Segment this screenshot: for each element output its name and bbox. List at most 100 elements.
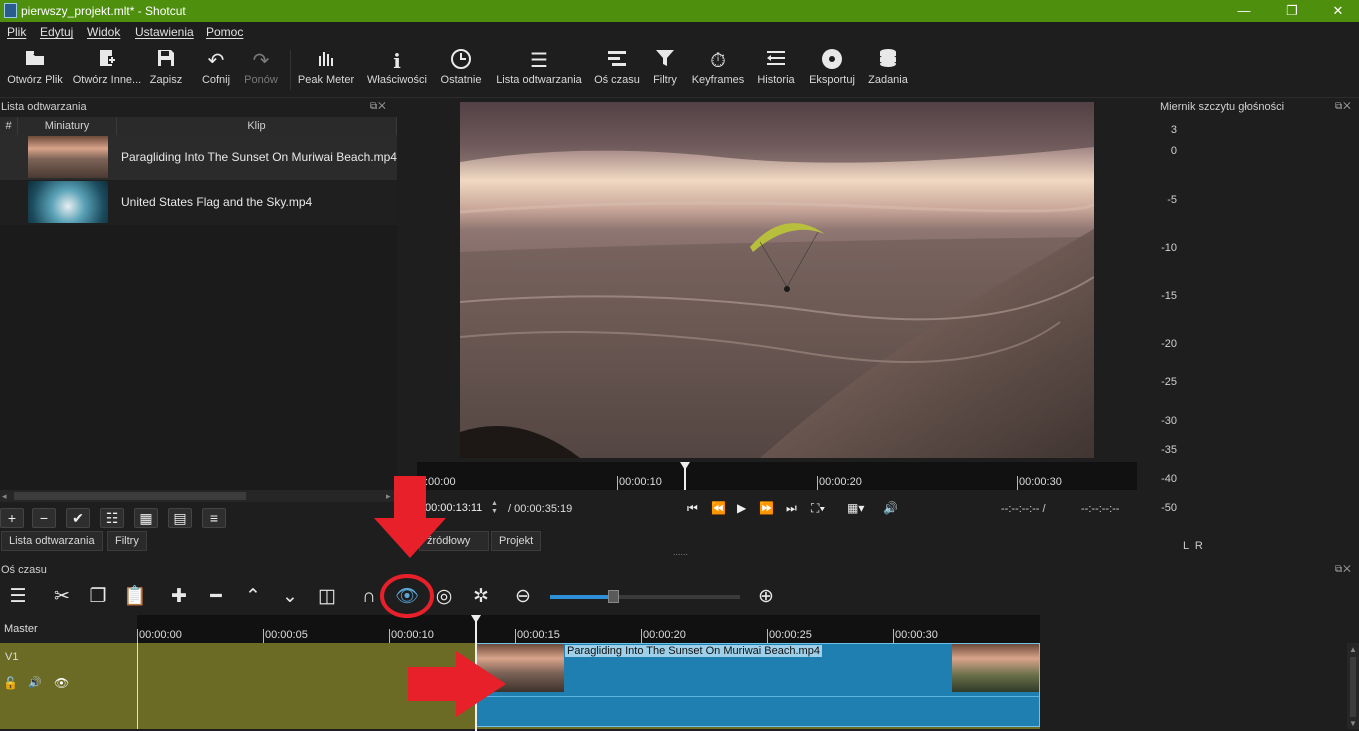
playlist-row[interactable]: Paragliding Into The Sunset On Muriwai B… [0,135,397,180]
zoom-in-button[interactable]: ⊕ [752,583,780,611]
snap-button[interactable]: ∩ [355,583,383,611]
jobs-button[interactable]: Zadania [866,48,910,94]
add-to-playlist-button[interactable]: + [0,508,24,528]
open-other-button[interactable]: Otwórz Inne... [72,48,142,94]
remove-button[interactable]: ━ [202,583,230,611]
column-clip[interactable]: Klip [117,117,397,135]
save-button[interactable]: Zapisz [146,48,186,94]
timeline-ruler-label: 00:00:10 [391,629,434,641]
overwrite-button[interactable]: ⌄ [276,583,304,611]
recent-button[interactable]: Ostatnie [436,48,486,94]
track-v1[interactable]: Paragliding Into The Sunset On Muriwai B… [137,643,1040,729]
video-preview[interactable] [460,102,1094,458]
zoom-slider[interactable] [550,590,740,603]
column-number[interactable]: # [0,117,18,135]
scissors-icon: ✂ [54,586,70,607]
maximize-button[interactable]: ❐ [1283,2,1301,20]
update-playlist-button[interactable]: ✔ [66,508,90,528]
paste-button[interactable]: 📋 [121,583,149,611]
speaker-icon: 🔊 [28,677,42,689]
timeline-dock-buttons[interactable]: ⧉✕ [1335,564,1352,575]
playlist-dock-buttons[interactable]: ⧉✕ [370,101,387,112]
menu-edytuj[interactable]: Edytuj [40,25,73,39]
copy-button[interactable]: ❐ [84,583,112,611]
track-header-v1[interactable]: V1 🔓 🔊 👁 [0,643,137,729]
tab-source[interactable]: źródłowy [419,531,489,551]
ripple-target-icon: ◎ [435,586,453,607]
playlist-row[interactable]: United States Flag and the Sky.mp4 [0,180,397,225]
timeline-ruler-label: 00:00:00 [139,629,182,641]
lift-button[interactable]: ⌃ [239,583,267,611]
peak-meter-button[interactable]: Peak Meter [296,48,356,94]
export-button[interactable]: Eksportuj [806,48,858,94]
playlist-button[interactable]: ☰ Lista odtwarzania [494,48,584,94]
menu-widok[interactable]: Widok [87,25,120,39]
tab-playlist[interactable]: Lista odtwarzania [1,531,103,551]
undo-button[interactable]: ↶ Cofnij [196,48,236,94]
rewind-button[interactable]: ⏪ [711,501,726,515]
meter-dock-buttons[interactable]: ⧉✕ [1335,101,1352,112]
cut-button[interactable]: ✂ [48,583,76,611]
copy-icon: ❐ [89,586,107,607]
hide-track-button[interactable]: 👁 [54,676,69,690]
zoom-player-button[interactable]: ⛶▾ [811,501,825,516]
menu-pomoc[interactable]: Pomoc [206,25,243,39]
playlist-icon: ☰ [530,50,548,72]
timeline-playhead[interactable] [470,615,482,731]
timeline-ruler[interactable]: 00:00:00 00:00:05 00:00:10 00:00:15 00:0… [137,615,1040,643]
timeline-menu-button[interactable]: ☰ [4,583,32,611]
fast-forward-button[interactable]: ⏩ [759,501,774,515]
clipboard-icon: 📋 [123,586,147,607]
play-button[interactable]: ▶ [737,501,746,515]
folder-open-icon [4,48,66,74]
time-spinner[interactable]: ▲ ▼ [491,500,501,518]
redo-button[interactable]: ↷ Ponów [240,48,282,94]
split-button[interactable]: ◫ [313,583,341,611]
view-details-button[interactable]: ☷ [100,508,124,528]
title-bar: pierwszy_projekt.mlt* - Shotcut — ❐ ✕ [0,0,1359,22]
zoom-slider-handle[interactable] [608,590,619,603]
timeline-button[interactable]: Oś czasu [592,48,642,94]
history-button[interactable]: Historia [754,48,798,94]
track-start-line [137,643,138,729]
append-button[interactable]: ✚ [165,583,193,611]
player-ruler[interactable]: :00:00 00:00:10 00:00:20 00:00:30 [417,462,1137,490]
tab-filters[interactable]: Filtry [107,531,147,551]
scrub-while-dragging-button[interactable]: 👁 [393,583,421,611]
minus-icon: − [39,510,49,526]
playlist-menu-button[interactable]: ≡ [202,508,226,528]
lock-track-button[interactable]: 🔓 [3,676,18,690]
close-button[interactable]: ✕ [1329,2,1347,20]
keyframes-button[interactable]: ⏱ Keyframes [688,48,748,94]
filters-button[interactable]: Filtry [648,48,682,94]
meter-channels: L R [1183,540,1203,552]
zoom-out-button[interactable]: ⊖ [509,583,537,611]
ripple-button[interactable]: ◎ [430,583,458,611]
properties-button[interactable]: i Właściwości [364,48,430,94]
column-thumbnails[interactable]: Miniatury [18,117,117,135]
meter-scale-label: -5 [1167,194,1177,206]
skip-to-start-button[interactable]: ⏮ [687,501,698,516]
current-time-field[interactable]: 00:00:13:11 [425,502,493,518]
playlist-hscrollbar[interactable]: ◂ ▸ [0,490,397,502]
player-splitter[interactable]: ...... [673,547,688,557]
menu-ustawienia[interactable]: Ustawienia [135,25,194,39]
timeline-vscrollbar[interactable]: ▲ ▼ [1347,643,1359,729]
grid-button[interactable]: ▦▾ [847,501,864,515]
open-file-button[interactable]: Otwórz Plik [4,48,66,94]
skip-to-end-button[interactable]: ⏭ [786,501,797,516]
volume-button[interactable]: 🔊 [883,501,898,515]
player-playhead[interactable] [679,462,691,490]
mute-track-button[interactable]: 🔊 [28,676,42,689]
tab-project[interactable]: Projekt [491,531,542,551]
view-icons-button[interactable]: ▤ [168,508,192,528]
remove-from-playlist-button[interactable]: − [32,508,56,528]
ripple-all-tracks-button[interactable]: ✲ [467,583,495,611]
clip-name: Paragliding Into The Sunset On Muriwai B… [121,150,397,164]
menu-plik[interactable]: Plik [7,25,26,39]
minimize-button[interactable]: — [1235,2,1253,20]
fast-forward-icon: ⏩ [759,501,774,515]
history-icon [754,48,798,74]
view-tiles-button[interactable]: ▦ [134,508,158,528]
timeline-clip[interactable]: Paragliding Into The Sunset On Muriwai B… [476,643,1040,727]
